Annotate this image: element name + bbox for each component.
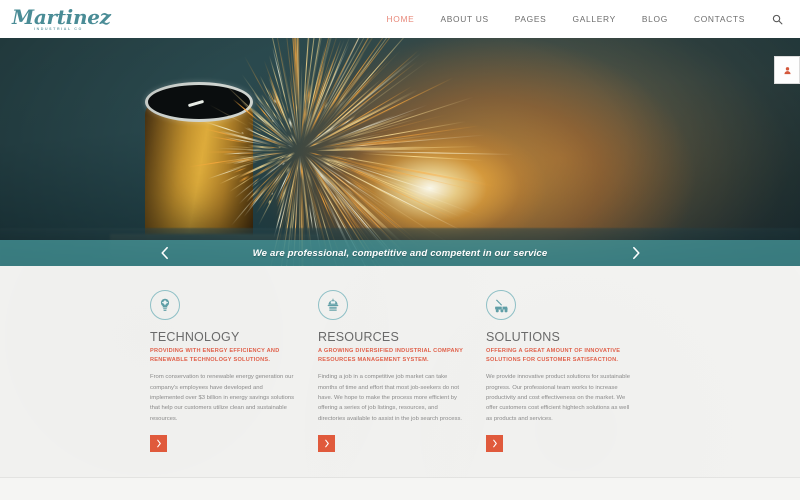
main-navigation: HOME ABOUT US PAGES GALLERY BLOG CONTACT…	[374, 8, 786, 30]
feature-column-solutions: SOLUTIONS OFFERING A GREAT AMOUNT OF INN…	[486, 290, 631, 452]
page-root: Martinez INDUSTRIAL CO HOME ABOUT US PAG…	[0, 0, 800, 500]
footer-strip	[0, 478, 800, 500]
hero-caption-text: We are professional, competitive and com…	[252, 247, 548, 259]
search-icon[interactable]	[768, 10, 786, 28]
logo-tagline: INDUSTRIAL CO	[34, 26, 83, 31]
feature-subtitle: PROVIDING WITH ENERGY EFFICIENCY AND REN…	[150, 348, 280, 363]
feature-readmore-button[interactable]	[486, 434, 503, 452]
side-tab-user-button[interactable]	[774, 56, 800, 84]
worker-helmet-icon	[318, 290, 348, 320]
hero-caption-bar: We are professional, competitive and com…	[0, 240, 800, 266]
feature-column-resources: RESOURCES A GROWING DIVERSIFIED INDUSTRI…	[318, 290, 463, 452]
nav-item-blog[interactable]: BLOG	[629, 8, 681, 30]
slider-next-arrow[interactable]	[627, 244, 645, 262]
nav-item-home[interactable]: HOME	[374, 8, 428, 30]
hero-slider: We are professional, competitive and com…	[0, 38, 800, 266]
feature-title: TECHNOLOGY	[150, 330, 240, 344]
feature-body: Finding a job in a competitive job marke…	[318, 374, 463, 422]
features-section: TECHNOLOGY PROVIDING WITH ENERGY EFFICIE…	[0, 266, 800, 500]
feature-title: RESOURCES	[318, 330, 399, 344]
feature-title: SOLUTIONS	[486, 330, 561, 344]
nav-item-about-us[interactable]: ABOUT US	[427, 8, 501, 30]
feature-body: From conservation to renewable energy ge…	[150, 374, 295, 422]
feature-body: We provide innovative product solutions …	[486, 374, 630, 422]
excavator-icon	[486, 290, 516, 320]
feature-readmore-button[interactable]	[318, 434, 335, 452]
site-header: Martinez INDUSTRIAL CO HOME ABOUT US PAG…	[0, 0, 800, 38]
user-icon	[783, 66, 791, 74]
nav-item-pages[interactable]: PAGES	[502, 8, 560, 30]
hero-vignette	[0, 38, 800, 266]
feature-subtitle: OFFERING A GREAT AMOUNT OF INNOVATIVE SO…	[486, 348, 621, 363]
feature-subtitle: A GROWING DIVERSIFIED INDUSTRIAL COMPANY…	[318, 348, 463, 363]
nav-item-gallery[interactable]: GALLERY	[559, 8, 628, 30]
features-columns: TECHNOLOGY PROVIDING WITH ENERGY EFFICIE…	[0, 290, 800, 452]
site-logo[interactable]: Martinez INDUSTRIAL CO	[12, 7, 111, 32]
slider-prev-arrow[interactable]	[155, 244, 173, 262]
feature-readmore-button[interactable]	[150, 434, 167, 452]
feature-column-technology: TECHNOLOGY PROVIDING WITH ENERGY EFFICIE…	[150, 290, 295, 452]
logo-wordmark: Martinez	[12, 4, 111, 29]
gear-bulb-icon	[150, 290, 180, 320]
nav-item-contacts[interactable]: CONTACTS	[681, 8, 758, 30]
